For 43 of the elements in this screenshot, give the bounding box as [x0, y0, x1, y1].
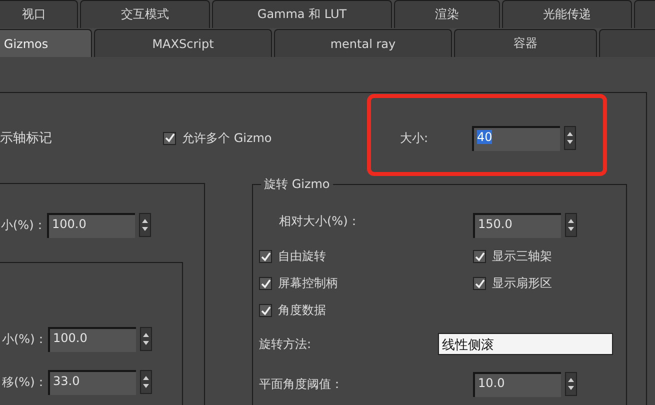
tab[interactable]: mental ray [274, 29, 452, 57]
spinner-arrows[interactable] [139, 212, 151, 236]
spinner-arrows[interactable] [565, 213, 577, 237]
checkbox-label: 允许多个 Gizmo [182, 130, 272, 146]
spinner-arrows[interactable] [564, 126, 576, 150]
checkbox[interactable] [473, 277, 486, 290]
field-label: 相对大小(%)： [278, 213, 361, 230]
field-label: 小(%)： [1, 216, 47, 234]
checkbox[interactable] [259, 277, 272, 290]
checkbox-label: 角度数据 [278, 302, 326, 319]
option-label: 示轴标记 [0, 130, 53, 147]
number-field[interactable]: 33.0 [48, 370, 136, 394]
checkbox[interactable] [259, 304, 272, 317]
tab[interactable]: 渲染 [394, 0, 500, 28]
tab[interactable]: Gamma 和 LUT [212, 0, 392, 28]
number-field[interactable]: 10.0 [473, 372, 561, 396]
tab[interactable]: Gizmos [0, 29, 92, 57]
number-field[interactable]: 100.0 [48, 326, 136, 352]
tab[interactable]: MAXScript [94, 29, 272, 57]
group-title: 旋转 Gizmo [263, 176, 331, 193]
checkbox[interactable] [259, 250, 272, 263]
spinner-arrows[interactable] [140, 370, 152, 394]
tab[interactable]: 视口 [0, 0, 78, 28]
field-label: 小(%)： [2, 330, 48, 348]
spinner-arrows[interactable] [565, 372, 577, 396]
number-field[interactable]: 100.0 [47, 212, 135, 238]
number-field[interactable]: 150.0 [473, 213, 561, 238]
field-label: 旋转方法: [259, 336, 312, 352]
field-label: 平面角度阈值： [259, 376, 344, 392]
dropdown[interactable]: 线性侧滚 [438, 333, 613, 355]
spinner-arrows[interactable] [140, 326, 152, 350]
number-field[interactable]: 40 [472, 126, 560, 150]
field-label: 移(%)： [2, 374, 48, 390]
checkbox-label: 自由旋转 [278, 248, 326, 265]
checkbox-label: 屏幕控制柄 [278, 275, 338, 292]
tab[interactable]: 交互模式 [80, 0, 210, 28]
checkbox[interactable] [473, 250, 486, 263]
checkbox-label: 显示三轴架 [492, 248, 552, 265]
tab[interactable]: 容器 [454, 29, 597, 57]
checkbox-label: 显示扇形区 [492, 275, 552, 292]
field-label: 大小: [400, 130, 430, 146]
tab[interactable]: 光能传递 [502, 0, 632, 28]
checkbox[interactable] [163, 132, 176, 144]
